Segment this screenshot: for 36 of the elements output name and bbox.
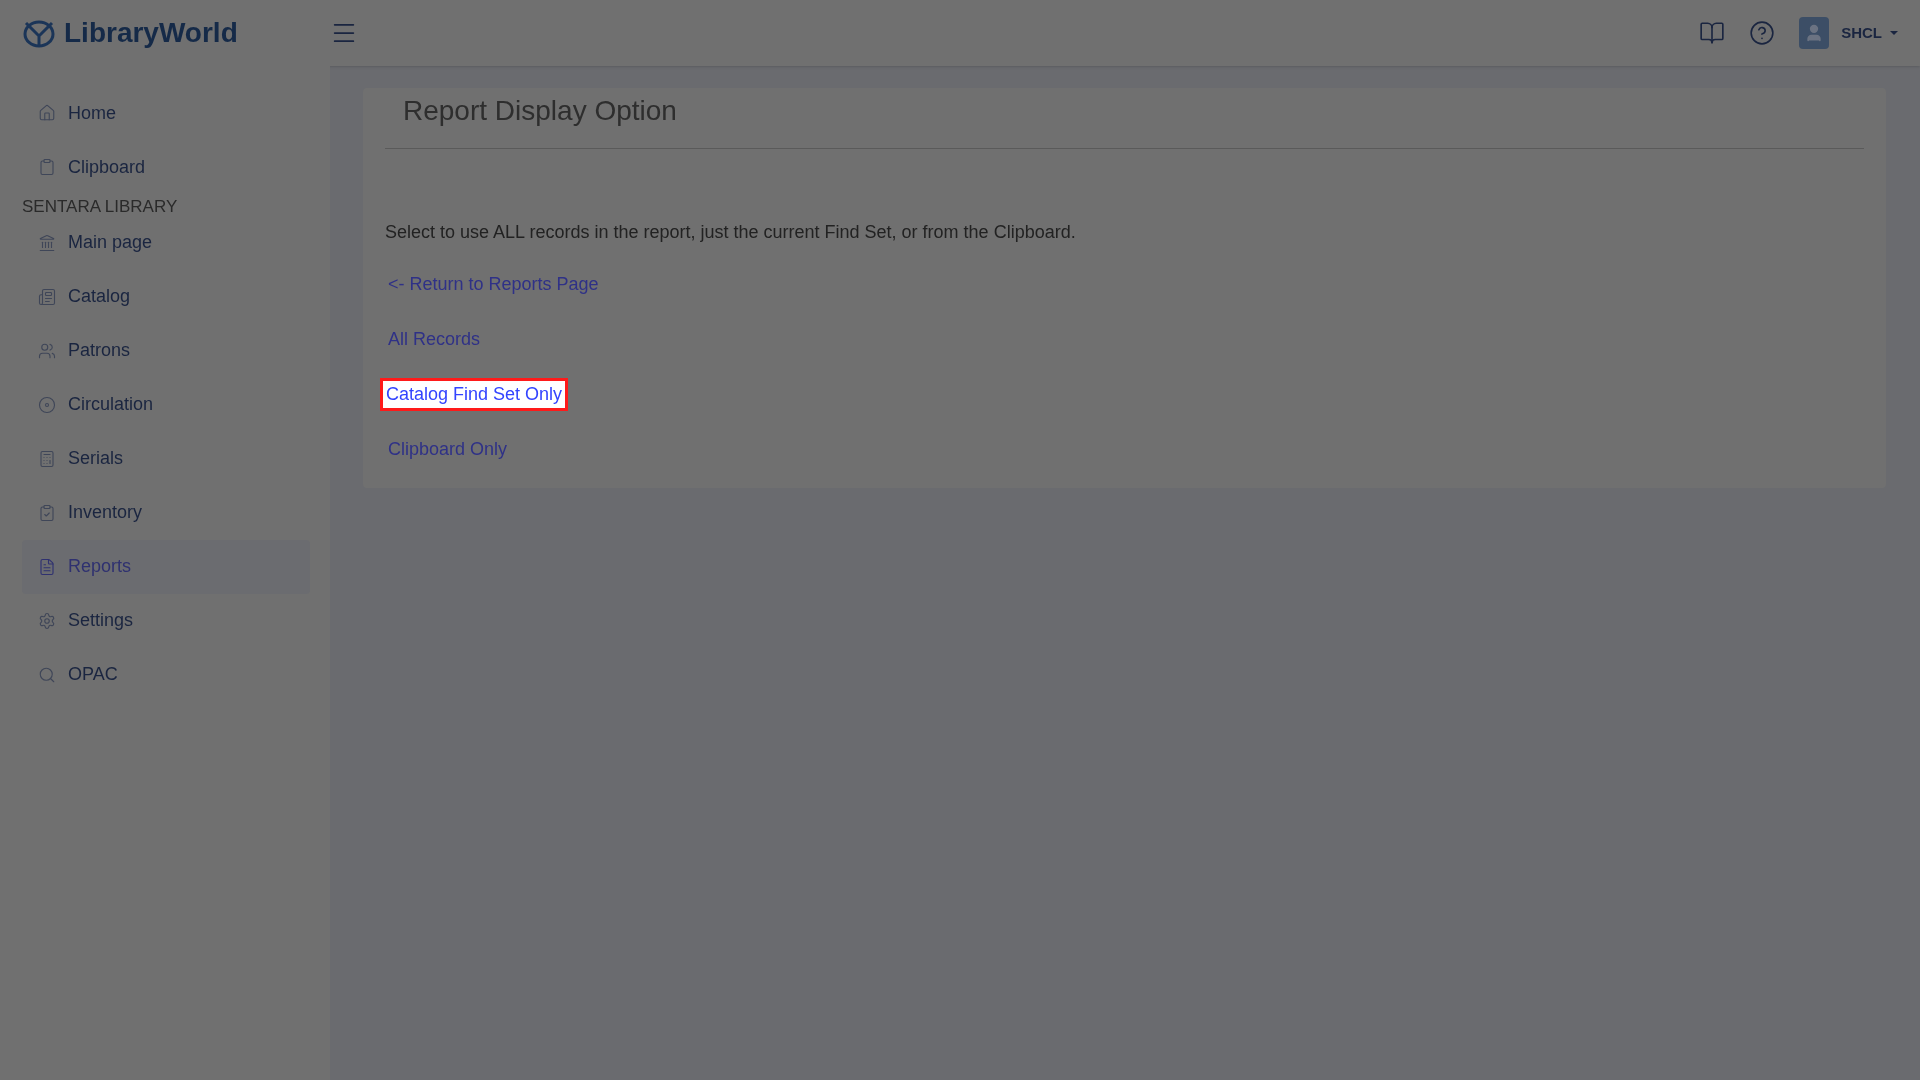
document-icon <box>38 557 56 576</box>
user-menu-button[interactable]: SHCL <box>1841 21 1898 45</box>
sidebar-item[interactable]: Patrons <box>22 323 310 378</box>
sidebar-item[interactable]: Reports <box>22 539 310 594</box>
avatar-icon[interactable] <box>1799 17 1830 49</box>
link[interactable]: All Records <box>385 323 484 356</box>
sidebar-item[interactable]: Catalog <box>22 269 310 324</box>
clipboard-icon <box>38 158 56 176</box>
settings-icon <box>38 611 56 630</box>
card-title: Report Display Option <box>385 88 1864 149</box>
logo-icon <box>22 18 56 48</box>
sidebar-item[interactable]: Clipboard <box>22 140 310 194</box>
grid-icon <box>38 449 56 468</box>
list-icon <box>38 287 56 306</box>
checklist-icon <box>38 503 56 522</box>
sidebar-item[interactable]: Circulation <box>22 377 310 432</box>
section-title: SENTARA LIBRARY <box>22 196 179 218</box>
description-text: Select to use ALL records in the report, just the current Find Set, or from the Clipboard. <box>385 221 1077 244</box>
building-icon <box>38 233 56 252</box>
sidebar-item[interactable]: Settings <box>22 593 310 648</box>
link[interactable]: <- Return to Reports Page <box>385 268 602 301</box>
book-icon[interactable] <box>1699 20 1726 46</box>
logo-text: LibraryWorld <box>64 16 238 50</box>
help-icon[interactable] <box>1749 20 1776 46</box>
search-icon <box>38 665 56 684</box>
sidebar-item[interactable]: OPAC <box>22 647 310 702</box>
link[interactable]: Clipboard Only <box>385 433 511 466</box>
circle-icon <box>38 395 56 414</box>
caret-icon <box>1890 31 1898 35</box>
sidebar-item[interactable]: Main page <box>22 215 310 270</box>
house-icon <box>38 104 56 122</box>
sidebar-item[interactable]: Inventory <box>22 485 310 540</box>
sidebar-item[interactable]: Serials <box>22 431 310 486</box>
people-icon <box>38 341 56 360</box>
sidebar-item[interactable]: Home <box>22 86 310 140</box>
link[interactable]: Catalog Find Set Only <box>380 378 569 411</box>
